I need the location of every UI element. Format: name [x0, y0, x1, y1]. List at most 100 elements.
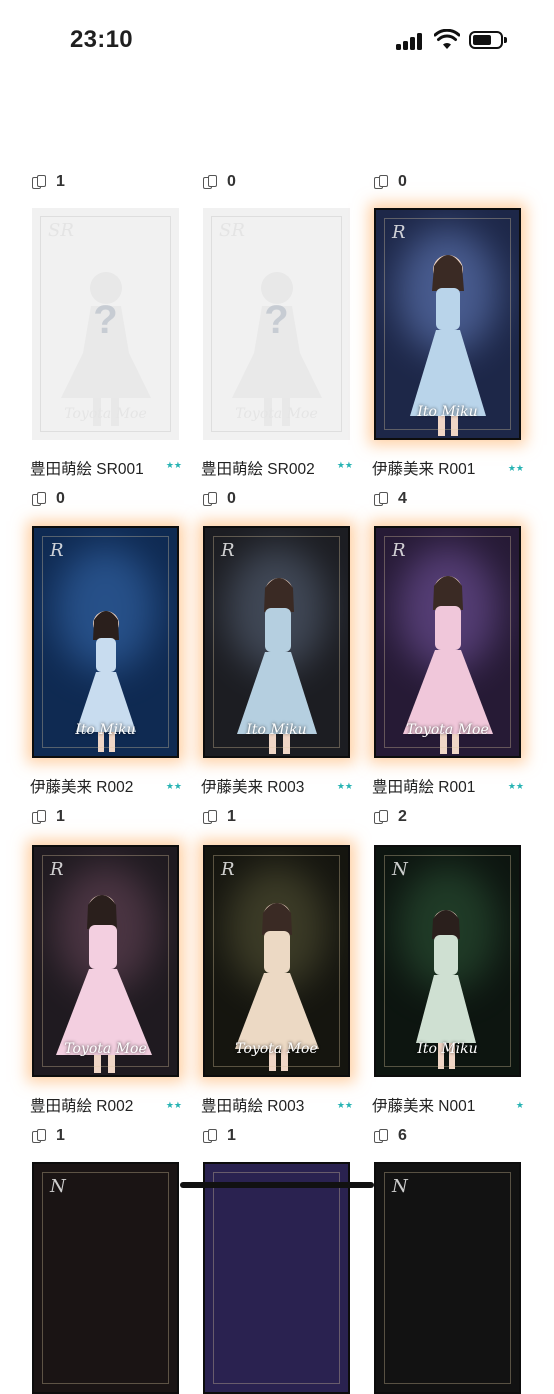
card-signature: Ito Miku	[417, 1041, 478, 1057]
card-photo[interactable]: R Toyota Moe	[203, 845, 350, 1077]
card-photo[interactable]: N Ito Miku	[374, 845, 521, 1077]
card-frame	[213, 536, 340, 748]
card-photo[interactable]	[203, 1162, 350, 1394]
battery-icon	[469, 31, 503, 49]
card-rank: R	[50, 859, 64, 880]
rarity-stars-icon: ★★	[507, 781, 524, 791]
card-signature: Toyota Moe	[235, 406, 318, 422]
card-signature: Ito Miku	[417, 404, 478, 420]
card-count: 1	[203, 1126, 236, 1146]
card-rank: SR	[219, 220, 245, 241]
card-count: 0	[203, 489, 236, 509]
card-name: 豊田萌絵 R002	[30, 1098, 134, 1115]
card-count-value: 4	[398, 490, 407, 507]
card-count-value: 0	[56, 490, 65, 507]
card-count-value: 0	[227, 173, 236, 190]
card-photo[interactable]: N	[374, 1162, 521, 1394]
card-photo[interactable]: R Ito Miku	[203, 526, 350, 758]
card-frame	[213, 855, 340, 1067]
home-indicator[interactable]	[180, 1182, 374, 1188]
card-count: 1	[203, 807, 236, 827]
card-frame	[384, 1172, 511, 1384]
card-signature: Toyota Moe	[64, 406, 147, 422]
card-frame	[42, 855, 169, 1067]
card-photo[interactable]: R Toyota Moe	[374, 526, 521, 758]
card-signature: Toyota Moe	[64, 1041, 147, 1057]
card-count-value: 2	[398, 808, 407, 825]
card-rank: N	[392, 1176, 408, 1197]
card-count: 6	[374, 1126, 407, 1146]
card-name: 伊藤美来 R002	[30, 779, 134, 796]
cards-stack-icon	[32, 174, 48, 190]
card-count: 4	[374, 489, 407, 509]
card-name: 伊藤美来 N001	[372, 1098, 476, 1115]
cards-stack-icon	[374, 1128, 390, 1144]
card-count: 2	[374, 807, 407, 827]
card-rank: R	[221, 540, 235, 561]
card-count-value: 1	[56, 1127, 65, 1144]
card-count-value: 1	[56, 173, 65, 190]
card-signature: Toyota Moe	[406, 722, 489, 738]
card-count: 1	[32, 1126, 65, 1146]
rarity-stars-icon: ★	[515, 1100, 524, 1110]
card-count: 0	[32, 489, 65, 509]
card-name: 豊田萌絵 SR002	[201, 461, 315, 478]
mystery-mark: ?	[93, 298, 118, 342]
card-photo[interactable]: R Ito Miku	[374, 208, 521, 440]
cards-stack-icon	[374, 491, 390, 507]
card-name: 伊藤美来 R003	[201, 779, 305, 796]
card-rank: R	[50, 540, 64, 561]
card-name: 豊田萌絵 R001	[372, 779, 476, 796]
card-count: 0	[374, 172, 407, 192]
cards-stack-icon	[32, 491, 48, 507]
rarity-stars-icon: ★★	[165, 1100, 182, 1110]
card-rank: R	[392, 222, 406, 243]
card-count-value: 0	[227, 490, 236, 507]
cards-stack-icon	[203, 174, 219, 190]
status-time: 23:10	[70, 26, 133, 53]
card-name: 豊田萌絵 R003	[201, 1098, 305, 1115]
card-rank: N	[50, 1176, 66, 1197]
rarity-stars-icon: ★★	[165, 781, 182, 791]
card-locked[interactable]: SR ? Toyota Moe	[203, 208, 350, 440]
card-count: 1	[32, 172, 65, 192]
card-rank: R	[221, 859, 235, 880]
rarity-stars-icon: ★★	[507, 463, 524, 473]
card-frame	[384, 218, 511, 430]
card-count-value: 1	[56, 808, 65, 825]
card-frame	[384, 536, 511, 748]
card-rank: N	[392, 859, 408, 880]
cellular-signal-icon	[396, 30, 426, 50]
cards-stack-icon	[32, 1128, 48, 1144]
card-rank: SR	[48, 220, 74, 241]
card-count: 0	[203, 172, 236, 192]
cards-stack-icon	[374, 809, 390, 825]
card-photo[interactable]: R Toyota Moe	[32, 845, 179, 1077]
battery-tip	[504, 37, 507, 43]
card-photo[interactable]: R Ito Miku	[32, 526, 179, 758]
card-frame	[42, 1172, 169, 1384]
card-locked[interactable]: SR ? Toyota Moe	[32, 208, 179, 440]
rarity-stars-icon: ★★	[165, 460, 182, 470]
cards-stack-icon	[203, 491, 219, 507]
cards-stack-icon	[374, 174, 390, 190]
card-count: 1	[32, 807, 65, 827]
mystery-mark: ?	[264, 298, 289, 342]
cards-stack-icon	[203, 1128, 219, 1144]
cards-stack-icon	[32, 809, 48, 825]
rarity-stars-icon: ★★	[336, 781, 353, 791]
card-signature: Toyota Moe	[235, 1041, 318, 1057]
status-bar: 23:10	[0, 0, 554, 80]
card-frame	[42, 536, 169, 748]
rarity-stars-icon: ★★	[336, 460, 353, 470]
card-signature: Ito Miku	[246, 722, 307, 738]
card-photo[interactable]: N	[32, 1162, 179, 1394]
card-count-value: 0	[398, 173, 407, 190]
card-frame	[213, 1172, 340, 1384]
card-name: 伊藤美来 R001	[372, 461, 476, 478]
card-rank: R	[392, 540, 406, 561]
card-signature: Ito Miku	[75, 722, 136, 738]
cards-stack-icon	[203, 809, 219, 825]
card-count-value: 1	[227, 1127, 236, 1144]
card-name: 豊田萌絵 SR001	[30, 461, 144, 478]
